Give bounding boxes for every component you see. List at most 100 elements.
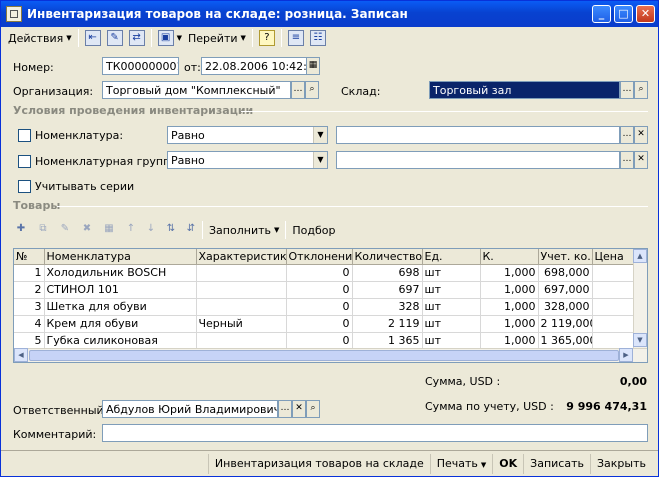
goods-section-title: Товары (13, 199, 61, 212)
table-row[interactable]: 3 Шетка для обуви 0 328 шт 1,000 328,000 (14, 298, 647, 316)
fill-menu[interactable]: Заполнить ▼ (206, 220, 282, 240)
back-button[interactable]: ⇤ (82, 28, 104, 48)
nomenclature-condition-select[interactable]: Равно ▼ (167, 126, 328, 144)
sort-ascending-icon[interactable]: ⇅ (163, 222, 179, 238)
edit-row-icon[interactable]: ✎ (57, 222, 73, 238)
post-button[interactable]: ▣ ▼ (155, 28, 185, 48)
group-select-button[interactable]: … (620, 151, 634, 169)
scroll-up-icon[interactable]: ▲ (633, 249, 647, 263)
refresh-button[interactable]: ⇄ (126, 28, 148, 48)
ok-button[interactable]: OK (492, 453, 523, 474)
edit-button[interactable]: ✎ (104, 28, 126, 48)
vertical-scrollbar[interactable]: ▲ ▼ (633, 249, 647, 348)
warehouse-open-button[interactable]: ⌕ (634, 81, 648, 99)
table-row[interactable]: 1 Холодильник BOSCH 0 698 шт 1,000 698,000 (14, 264, 647, 282)
column-header[interactable]: Учет. ко... (538, 249, 593, 265)
cell: 1 365 (352, 332, 423, 350)
cell: 1,000 (480, 332, 539, 350)
goods-table: № Номенклатура Характеристик... Отклонен… (13, 248, 648, 363)
cell: Шетка для обуви (44, 298, 197, 316)
group-clear-button[interactable]: ✕ (634, 151, 648, 169)
column-header[interactable]: К. (480, 249, 539, 265)
close-button[interactable]: Закрыть (590, 453, 652, 474)
organization-field[interactable]: Торговый дом "Комплексный" (102, 81, 291, 99)
maximize-button[interactable]: □ (614, 5, 633, 23)
column-header[interactable]: Номенклатура (44, 249, 197, 265)
cell (196, 332, 287, 350)
close-window-button[interactable]: ✕ (636, 5, 655, 23)
number-field[interactable]: ТК000000001 (102, 57, 179, 75)
toolbar-separator (202, 221, 203, 239)
group-condition-select[interactable]: Равно ▼ (167, 151, 328, 169)
move-up-icon[interactable]: ↑ (123, 222, 139, 238)
nomenclature-select-button[interactable]: … (620, 126, 634, 144)
hierarchy-button[interactable]: ☷ (307, 28, 329, 48)
nomenclature-checkbox[interactable] (18, 129, 31, 142)
toolbar-separator (280, 29, 282, 47)
group-value-field[interactable] (336, 151, 620, 169)
nomenclature-value-field[interactable] (336, 126, 620, 144)
goto-menu[interactable]: Перейти ▼ (185, 28, 249, 48)
cell: 0 (286, 264, 353, 282)
nomenclature-clear-button[interactable]: ✕ (634, 126, 648, 144)
add-row-icon[interactable]: ✚ (13, 222, 29, 238)
responsible-clear-button[interactable]: ✕ (292, 400, 306, 418)
copy-row-icon[interactable]: ⧉ (35, 222, 51, 238)
table-row[interactable]: 2 СТИНОЛ 101 0 697 шт 1,000 697,000 (14, 281, 647, 299)
cell (196, 264, 287, 282)
table-header-row: № Номенклатура Характеристик... Отклонен… (14, 249, 647, 265)
scroll-left-icon[interactable]: ◀ (14, 348, 28, 362)
column-header[interactable]: № (14, 249, 45, 265)
search-icon: ⌕ (310, 403, 316, 413)
date-field[interactable]: 22.08.2006 10:42:53 (201, 57, 307, 75)
cell: 1,000 (480, 264, 539, 282)
move-down-icon[interactable]: ↓ (143, 222, 159, 238)
cell: Черный (196, 315, 287, 333)
responsible-field[interactable]: Абдулов Юрий Владимирович (102, 400, 278, 418)
dropdown-arrow-icon: ▼ (313, 127, 327, 143)
calendar-button[interactable]: ▦ (306, 57, 320, 75)
organization-select-button[interactable]: … (291, 81, 305, 99)
end-edit-icon[interactable]: ▦ (101, 222, 117, 238)
horizontal-scrollbar[interactable]: ◀ ▶ (14, 348, 647, 362)
column-header[interactable]: Ед. (422, 249, 481, 265)
scroll-down-icon[interactable]: ▼ (633, 333, 647, 347)
save-button[interactable]: Записать (523, 453, 590, 474)
dropdown-arrow-icon: ▼ (66, 34, 72, 42)
responsible-open-button[interactable]: ⌕ (306, 400, 320, 418)
delete-row-icon[interactable]: ✖ (79, 222, 95, 238)
responsible-select-button[interactable]: … (278, 400, 292, 418)
structure-button[interactable]: ≡ (285, 28, 307, 48)
cell: 5 (14, 332, 45, 350)
scroll-right-icon[interactable]: ▶ (619, 348, 633, 362)
section-divider (57, 206, 648, 207)
nomenclature-condition-value: Равно (171, 129, 205, 142)
clear-icon: ✕ (295, 403, 303, 413)
column-header[interactable]: Отклонение (286, 249, 353, 265)
cell: 2 119,000 (538, 315, 593, 333)
help-button[interactable]: ? (256, 28, 278, 48)
print-label: Печать (436, 456, 478, 470)
sort-descending-icon[interactable]: ⇵ (183, 222, 199, 238)
print-menu[interactable]: Печать ▼ (429, 453, 493, 474)
select-button[interactable]: Подбор (289, 220, 338, 240)
table-row[interactable]: 4 Крем для обуви Черный 0 2 119 шт 1,000 2 119,… (14, 315, 647, 333)
organization-open-button[interactable]: ⌕ (305, 81, 319, 99)
warehouse-select-button[interactable]: … (620, 81, 634, 99)
scroll-thumb[interactable] (29, 350, 619, 361)
actions-menu[interactable]: Действия ▼ (5, 28, 75, 48)
comment-label: Комментарий: (13, 428, 97, 441)
series-label: Учитывать серии (35, 180, 135, 193)
minimize-button[interactable]: _ (592, 5, 611, 23)
responsible-label: Ответственный: (13, 404, 108, 417)
cell: 698 (352, 264, 423, 282)
print-form-button[interactable]: Инвентаризация товаров на складе (207, 453, 430, 474)
series-checkbox[interactable] (18, 180, 31, 193)
warehouse-field[interactable]: Торговый зал (429, 81, 620, 99)
group-checkbox[interactable] (18, 155, 31, 168)
table-row[interactable]: 5 Губка силиконовая 0 1 365 шт 1,000 1 365,000 (14, 332, 647, 350)
comment-field[interactable] (102, 424, 648, 442)
sum-accounting-label: Сумма по учету, USD : (425, 400, 554, 413)
column-header[interactable]: Характеристик... (196, 249, 287, 265)
column-header[interactable]: Количество (352, 249, 423, 265)
